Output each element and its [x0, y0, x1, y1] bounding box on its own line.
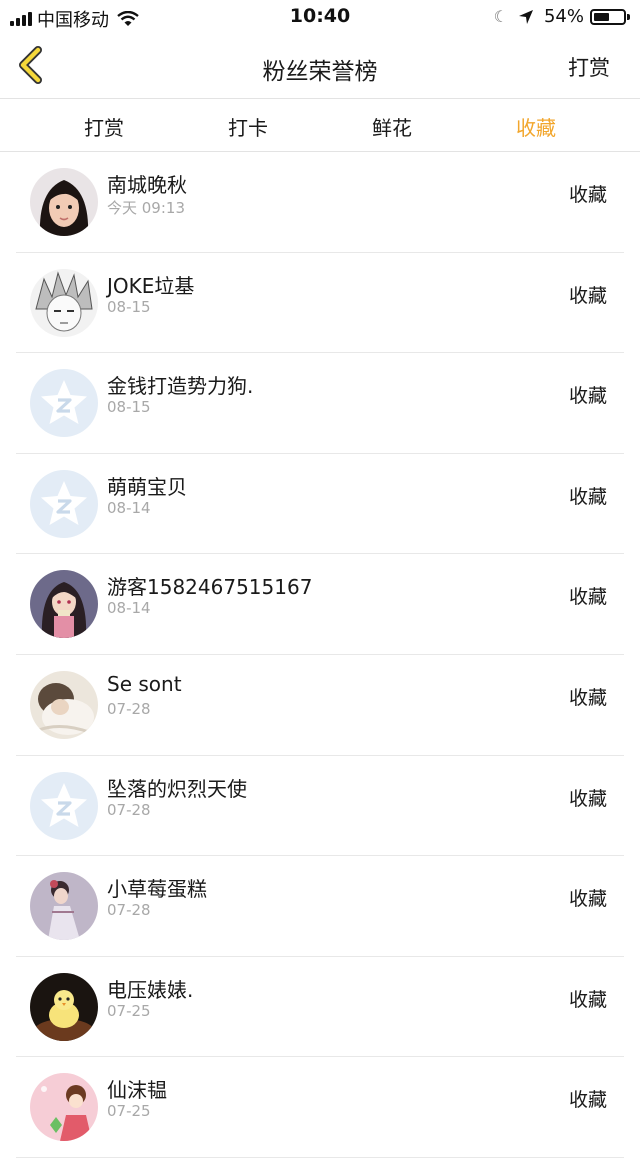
fan-name: 坠落的炽烈天使 [107, 776, 247, 801]
default-avatar-icon [30, 369, 98, 438]
fan-name: 游客1582467515167 [107, 575, 313, 600]
list-item[interactable]: 游客1582467515167 08-14 收藏 [16, 554, 624, 655]
avatar [30, 972, 98, 1041]
avatar [30, 469, 98, 538]
avatar [30, 168, 98, 236]
battery-percent: 54% [543, 6, 584, 27]
fan-name: 电压婊婊. [107, 977, 194, 1002]
list-item[interactable]: 小草莓蛋糕 07-28 收藏 [16, 856, 624, 957]
tab-flowers[interactable]: 鲜花 [332, 112, 452, 141]
list-item[interactable]: 南城晚秋 今天 09:13 收藏 [16, 152, 624, 253]
fan-name: 小草莓蛋糕 [107, 877, 207, 902]
avatar [30, 268, 98, 337]
status-right: ☾ 54% [494, 6, 630, 27]
favorite-label[interactable]: 收藏 [569, 281, 607, 308]
tab-bar: 打赏 打卡 鲜花 收藏 [0, 99, 640, 152]
avatar [30, 872, 98, 941]
nav-bar: 粉丝荣誉榜 打赏 [0, 34, 640, 99]
tab-reward[interactable]: 打赏 [44, 112, 164, 141]
fan-date: 07-25 [107, 1001, 151, 1020]
page-title: 粉丝荣誉榜 [262, 59, 378, 85]
list-item[interactable]: 仙沫韫 07-25 收藏 [16, 1057, 624, 1158]
fan-date: 07-28 [107, 901, 151, 920]
favorite-label[interactable]: 收藏 [569, 1085, 607, 1112]
fan-date: 07-28 [107, 699, 151, 718]
favorite-label[interactable]: 收藏 [569, 482, 607, 509]
fan-name: 仙沫韫 [107, 1078, 167, 1103]
fan-name: 金钱打造势力狗. [107, 374, 254, 399]
tab-checkin[interactable]: 打卡 [188, 112, 308, 141]
fan-name: 萌萌宝贝 [107, 474, 187, 499]
do-not-disturb-icon: ☾ [493, 7, 508, 26]
list-item[interactable]: 坠落的炽烈天使 07-28 收藏 [16, 756, 624, 857]
battery-cap [627, 13, 630, 20]
default-avatar-icon [30, 469, 98, 538]
battery-level [594, 12, 609, 21]
fan-date: 07-25 [107, 1102, 151, 1121]
tab-favorites[interactable]: 收藏 [476, 112, 596, 141]
list-item[interactable]: 金钱打造势力狗. 08-15 收藏 [16, 353, 624, 454]
fan-name: 南城晚秋 [107, 173, 187, 197]
list-item[interactable]: 萌萌宝贝 08-14 收藏 [16, 454, 624, 555]
battery-icon [590, 8, 626, 25]
fan-list: 南城晚秋 今天 09:13 收藏 JOKE垃基 08-15 收藏 金钱打造势力狗… [0, 152, 640, 1158]
favorite-label[interactable]: 收藏 [569, 180, 607, 207]
avatar [30, 670, 98, 739]
list-item[interactable]: Se sont 07-28 收藏 [16, 655, 624, 756]
fan-date: 07-28 [107, 800, 151, 819]
fan-date: 08-14 [107, 599, 151, 618]
reward-button[interactable]: 打赏 [568, 52, 610, 82]
favorite-label[interactable]: 收藏 [569, 784, 607, 811]
fan-date: 08-14 [107, 498, 151, 517]
favorite-label[interactable]: 收藏 [569, 985, 607, 1012]
favorite-label[interactable]: 收藏 [569, 683, 607, 710]
fan-date: 今天 09:13 [107, 199, 185, 217]
list-item[interactable]: JOKE垃基 08-15 收藏 [16, 253, 624, 354]
location-arrow-icon [518, 9, 533, 24]
avatar [30, 771, 98, 840]
fan-date: 08-15 [107, 398, 151, 417]
list-item[interactable]: 电压婊婊. 07-25 收藏 [16, 957, 624, 1058]
avatar [30, 1073, 98, 1142]
fan-name: JOKE垃基 [107, 273, 195, 298]
fan-date: 08-15 [107, 297, 151, 316]
status-bar: 中国移动 10:40 ☾ 54% [0, 0, 640, 34]
fan-name: Se sont [107, 671, 182, 696]
default-avatar-icon [30, 771, 98, 840]
avatar [30, 369, 98, 438]
avatar [30, 570, 98, 639]
favorite-label[interactable]: 收藏 [569, 582, 607, 609]
favorite-label[interactable]: 收藏 [569, 381, 607, 408]
favorite-label[interactable]: 收藏 [569, 884, 607, 911]
